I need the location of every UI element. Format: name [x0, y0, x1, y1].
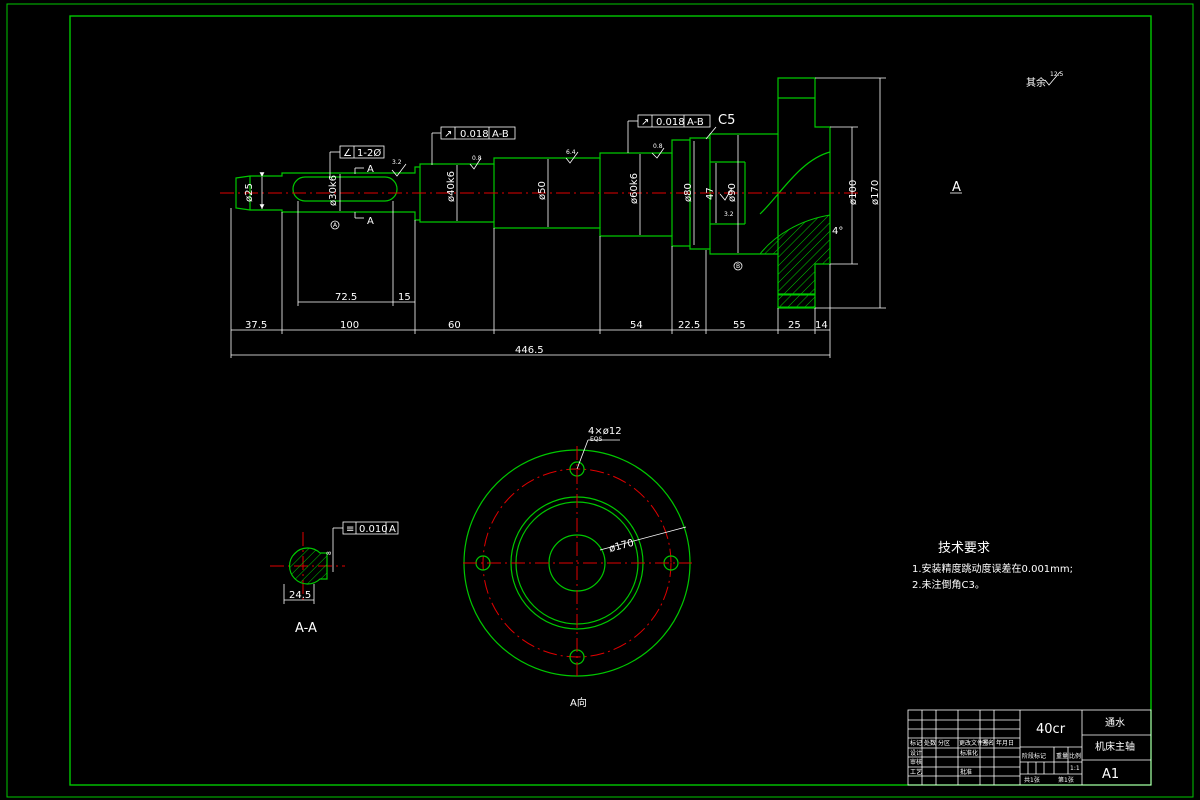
gdt-datum-4: A	[389, 524, 396, 535]
dim-d100: ø100	[848, 180, 859, 205]
dim-4deg: 4°	[832, 226, 843, 237]
section-hatch	[758, 214, 831, 295]
ra-3: 6.4	[566, 149, 576, 156]
tb-part-name: 机床主轴	[1095, 740, 1135, 753]
ra-rest-value: 12.5	[1050, 71, 1064, 78]
tb-h-date: 年月日	[996, 739, 1014, 747]
tb-sheet-no: 第1张	[1058, 776, 1074, 784]
tb-sheet: A1	[1102, 767, 1119, 782]
dim-d50: ø50	[537, 181, 548, 200]
dim-14: 14	[815, 320, 828, 331]
svg-text:↗: ↗	[641, 117, 649, 128]
tb-scale-val: 1:1	[1070, 765, 1080, 772]
tb-h-count: 处数	[924, 739, 936, 747]
tb-r-check: 审核	[910, 758, 922, 766]
outer-frame	[6, 3, 1194, 798]
gdt-sym-4: ≡	[346, 524, 354, 535]
dim-22-5: 22.5	[678, 320, 700, 331]
tb-material: 40cr	[1036, 722, 1066, 737]
flange-holes-sub: EQS	[590, 436, 603, 443]
svg-text:A: A	[367, 216, 374, 227]
ra-2: 0.8	[472, 155, 482, 162]
view-label-a-dir: A向	[570, 696, 587, 709]
dim-d170: ø170	[870, 180, 881, 205]
dim-d80: ø80	[683, 183, 694, 202]
svg-text:A-B: A-B	[687, 117, 704, 128]
dim-100: 100	[340, 320, 359, 331]
tb-h-zone: 分区	[938, 739, 950, 747]
chamfer-c5: C5	[718, 113, 735, 128]
ra-5: 3.2	[724, 211, 734, 218]
gdt-val-4: 0.010	[359, 524, 388, 535]
tech-title: 技术要求	[938, 541, 990, 556]
view-label-aa: A-A	[295, 621, 317, 636]
inner-frame	[69, 15, 1152, 786]
tech-note-2: 2.未注倒角C3。	[912, 578, 985, 591]
svg-text:↗: ↗	[444, 129, 452, 140]
dim-d60: ø60k6	[629, 173, 640, 204]
dim-25: 25	[788, 320, 801, 331]
dim-15: 15	[398, 292, 411, 303]
dim-446-5: 446.5	[515, 345, 544, 356]
tb-sheets-total: 共1张	[1024, 776, 1040, 784]
dim-55: 55	[733, 320, 746, 331]
dim-d40: ø40k6	[446, 171, 457, 202]
tb-weight: 重量	[1056, 752, 1068, 760]
tb-scale: 比例	[1069, 752, 1081, 760]
svg-text:∠: ∠	[343, 148, 352, 159]
ra-4: 0.8	[653, 143, 663, 150]
tb-r-approve: 批准	[960, 768, 972, 776]
svg-text:A: A	[367, 164, 374, 175]
tb-r-design: 设计	[910, 749, 922, 757]
flange-pcd: ø170	[608, 538, 635, 555]
tb-h-sign: 签名	[982, 739, 994, 747]
dim-d30: ø30k6	[328, 175, 339, 206]
svg-text:0.018: 0.018	[460, 129, 489, 140]
tb-stage: 阶段标记	[1022, 752, 1046, 760]
dim-72-5: 72.5	[335, 292, 357, 303]
dim-47: 47	[705, 187, 716, 200]
flange-view	[463, 439, 692, 680]
gdt-frame-3: ↗ 0.018 A-B	[627, 114, 711, 153]
svg-text:1-2Ø: 1-2Ø	[357, 147, 381, 159]
tech-note-1: 1.安装精度跳动度误差在0.001mm;	[912, 562, 1073, 575]
tb-school: 通水	[1105, 717, 1125, 729]
svg-text:A-B: A-B	[492, 129, 509, 140]
dim-d90: ø90	[727, 183, 738, 202]
dim-8: 8	[326, 551, 333, 555]
section-arrow-bottom: A	[354, 212, 374, 227]
svg-text:0.018: 0.018	[656, 117, 685, 128]
tb-h-mark: 标记	[910, 739, 922, 747]
dim-24-5: 24.5	[289, 590, 311, 601]
datum-b: B	[736, 263, 740, 270]
ra-rest-label: 其余	[1026, 76, 1046, 89]
dim-60: 60	[448, 320, 461, 331]
tb-r-std: 标准化	[960, 749, 978, 757]
dim-37-5: 37.5	[245, 320, 267, 331]
drawing-canvas: ø25 ø30k6 ø40k6 ø50 ø60k6 ø80 ø90 47 ø10…	[6, 3, 1194, 798]
section-hatch-2	[777, 294, 816, 308]
dim-d25: ø25	[244, 183, 255, 202]
tb-r-process: 工艺	[910, 768, 922, 776]
ra-1: 3.2	[392, 159, 402, 166]
dim-54: 54	[630, 320, 643, 331]
